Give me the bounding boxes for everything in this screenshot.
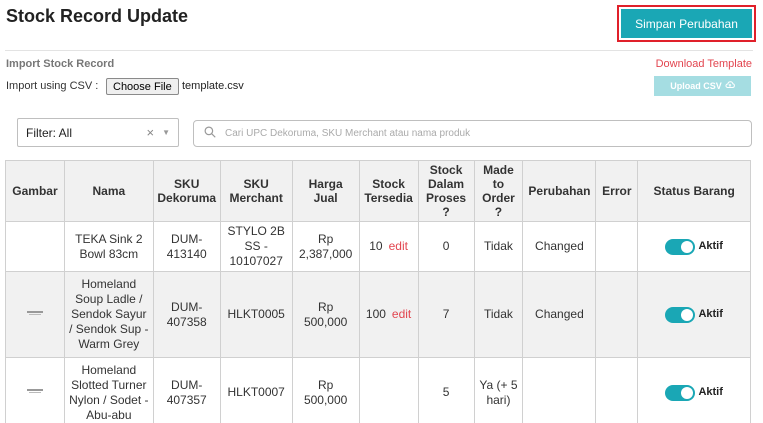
status-filter-select[interactable]: Filter: All × ▼ [17,118,179,147]
download-template-link[interactable]: Download Template [656,58,752,70]
column-header-nama: Nama [63,160,154,222]
filter-value: Filter: All [26,125,73,140]
stock-in-process: 0 [417,221,475,272]
cloud-upload-icon [725,80,735,92]
stock-available-value: 100 [365,307,386,321]
stock-available-cell: 10 edit [358,221,419,272]
column-header-gambar: Gambar [5,160,65,222]
stock-in-process: 5 [417,357,475,423]
product-name: Homeland Soup Ladle / Sendok Sayur / Sen… [63,271,154,358]
stock-available-cell [358,357,419,423]
sku-merchant: STYLO 2B SS - 10107027 [219,221,293,272]
column-header-harga-jual: Harga Jual [291,160,360,222]
column-header-made-to-order: Made to Order ? [473,160,524,222]
error-cell [595,271,639,358]
column-header-perubahan: Perubahan [522,160,597,222]
table-row: Homeland Slotted Turner Nylon / Sodet - … [5,357,751,423]
search-input[interactable] [225,128,741,139]
column-header-stock-dalam-proses: Stock Dalam Proses ? [417,160,475,222]
upload-csv-label: Upload CSV [670,81,722,91]
column-header-error: Error [595,160,639,222]
product-image-cell [5,221,65,272]
status-cell: Aktif [637,357,751,423]
product-name: Homeland Slotted Turner Nylon / Sodet - … [63,357,154,423]
save-button-highlight: Simpan Perubahan [617,5,756,42]
status-label: Aktif [698,240,723,252]
import-section-title: Import Stock Record [6,58,115,70]
status-cell: Aktif [637,271,751,358]
stock-available-cell: 100 edit [358,271,419,358]
table-header-row: Gambar Nama SKU Dekoruma SKU Merchant Ha… [5,160,751,222]
sku-merchant: HLKT0007 [219,357,293,423]
change-status: Changed [522,221,597,272]
product-name: TEKA Sink 2 Bowl 83cm [63,221,154,272]
status-toggle[interactable] [665,238,696,255]
sku-merchant: HLKT0005 [219,271,293,358]
selling-price: Rp 2,387,000 [291,221,360,272]
stock-table: Gambar Nama SKU Dekoruma SKU Merchant Ha… [5,160,751,423]
made-to-order: Ya (+ 5 hari) [473,357,524,423]
status-cell: Aktif [637,221,751,272]
page-title: Stock Record Update [6,6,189,26]
product-image-cell [5,271,65,358]
made-to-order: Tidak [473,271,524,358]
stock-available-value: 10 [369,239,383,253]
status-toggle[interactable] [665,384,696,401]
choose-file-button[interactable]: Choose File [106,78,179,95]
clear-filter-icon[interactable]: × [146,125,154,140]
stock-in-process: 7 [417,271,475,358]
import-csv-label: Import using CSV : [6,80,99,92]
product-thumbnail [25,386,45,396]
sku-dekoruma: DUM-413140 [152,221,221,272]
header-divider [5,50,753,51]
selling-price: Rp 500,000 [291,271,360,358]
column-header-stock-tersedia: Stock Tersedia [358,160,419,222]
made-to-order: Tidak [473,221,524,272]
edit-stock-link[interactable]: edit [392,307,411,321]
table-row: Homeland Soup Ladle / Sendok Sayur / Sen… [5,271,751,358]
column-header-sku-dekoruma: SKU Dekoruma [152,160,221,222]
column-header-status-barang: Status Barang [637,160,751,222]
selected-file-name: template.csv [182,80,244,92]
chevron-down-icon[interactable]: ▼ [162,128,170,137]
edit-stock-link[interactable]: edit [389,239,408,253]
sku-dekoruma: DUM-407357 [152,357,221,423]
status-label: Aktif [698,386,723,398]
error-cell [595,221,639,272]
change-status [522,357,597,423]
search-icon [204,125,225,143]
status-toggle[interactable] [665,306,696,323]
upload-csv-button[interactable]: Upload CSV [654,76,751,96]
save-changes-button[interactable]: Simpan Perubahan [621,9,752,38]
sku-dekoruma: DUM-407358 [152,271,221,358]
error-cell [595,357,639,423]
status-label: Aktif [698,308,723,320]
table-row: TEKA Sink 2 Bowl 83cm DUM-413140 STYLO 2… [5,221,751,272]
product-thumbnail [25,308,45,318]
change-status: Changed [522,271,597,358]
product-image-cell [5,357,65,423]
selling-price: Rp 500,000 [291,357,360,423]
search-box[interactable] [193,120,752,147]
column-header-sku-merchant: SKU Merchant [219,160,293,222]
